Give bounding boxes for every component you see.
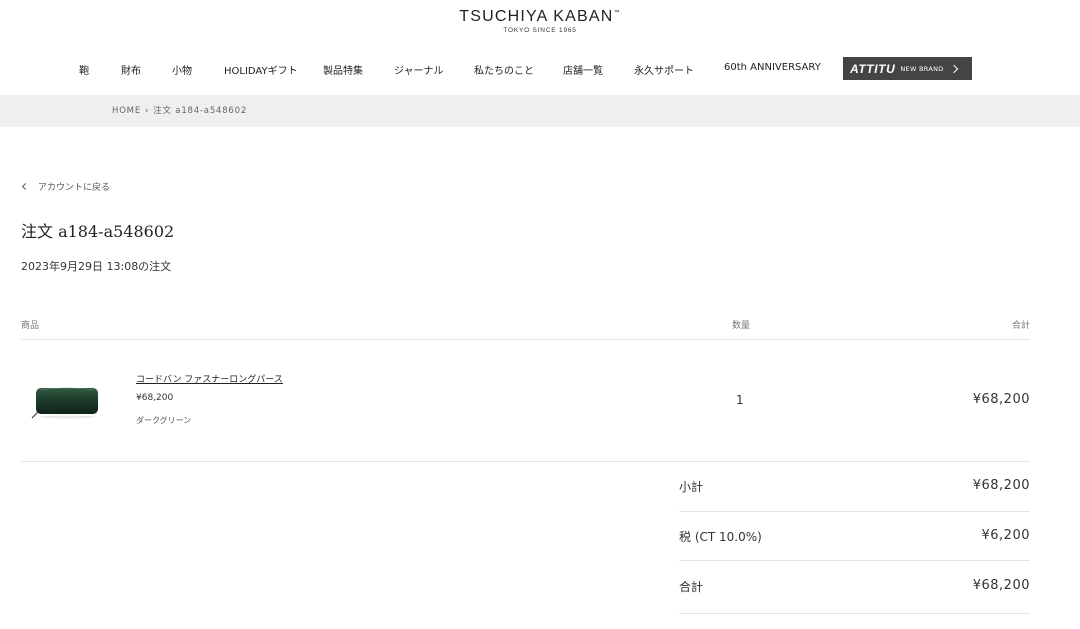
page-title: 注文 a184-a548602 <box>21 222 175 241</box>
column-header-product: 商品 <box>21 321 40 331</box>
product-quantity: 1 <box>736 393 744 407</box>
row-divider <box>21 461 1030 462</box>
table-header-divider <box>21 339 1030 340</box>
nav-item-wallets[interactable]: 財布 <box>121 62 141 77</box>
brand-name: ATTITU <box>850 61 896 76</box>
order-date: 2023年9月29日 13:08の注文 <box>21 260 172 273</box>
breadcrumb-bar: HOME › 注文 a184-a548602 <box>0 95 1080 127</box>
attitu-brand-button[interactable]: ATTITU NEW BRAND <box>843 57 972 80</box>
logo-trademark: ™ <box>613 10 621 16</box>
total-value: ¥68,200 <box>972 578 1030 593</box>
product-name-link[interactable]: コードバン ファスナーロングパース <box>136 372 283 385</box>
back-to-account-link[interactable]: アカウントに戻る <box>21 180 110 193</box>
tax-value: ¥6,200 <box>981 528 1030 543</box>
nav-item-features[interactable]: 製品特集 <box>323 62 363 77</box>
summary-divider <box>679 560 1030 561</box>
product-unit-price: ¥68,200 <box>136 393 174 403</box>
nav-item-stores[interactable]: 店舗一覧 <box>563 62 603 77</box>
nav-item-about-us[interactable]: 私たちのこと <box>474 62 534 77</box>
nav-item-support[interactable]: 永久サポート <box>634 62 694 77</box>
summary-divider <box>679 613 1030 614</box>
brand-subtitle: NEW BRAND <box>900 64 944 73</box>
total-label: 合計 <box>679 580 704 594</box>
logo-tagline: TOKYO SINCE 1965 <box>503 27 577 34</box>
chevron-right-icon <box>949 64 958 73</box>
nav-item-anniversary[interactable]: 60th ANNIVERSARY <box>724 62 821 73</box>
summary-divider <box>679 511 1030 512</box>
tax-label: 税 (CT 10.0%) <box>679 530 762 544</box>
product-line-total: ¥68,200 <box>972 392 1030 407</box>
logo-wordmark: TSUCHIYA KABAN <box>459 8 614 25</box>
nav-item-holiday-gift[interactable]: HOLIDAYギフト <box>224 62 298 77</box>
chevron-left-icon <box>21 182 30 191</box>
breadcrumb-separator: › <box>145 106 150 116</box>
nav-item-bags[interactable]: 鞄 <box>79 62 89 77</box>
back-link-label: アカウントに戻る <box>38 183 111 193</box>
subtotal-value: ¥68,200 <box>972 478 1030 493</box>
nav-item-journal[interactable]: ジャーナル <box>394 62 444 77</box>
product-thumbnail[interactable] <box>30 384 100 420</box>
product-variant: ダークグリーン <box>136 416 192 425</box>
site-logo[interactable]: TSUCHIYA KABAN™ TOKYO SINCE 1965 <box>0 8 1080 34</box>
breadcrumb-home[interactable]: HOME <box>112 106 141 116</box>
breadcrumb-current: 注文 a184-a548602 <box>153 106 248 116</box>
column-header-quantity: 数量 <box>732 321 751 331</box>
breadcrumb: HOME › 注文 a184-a548602 <box>112 104 247 116</box>
column-header-total: 合計 <box>1011 321 1030 331</box>
subtotal-label: 小計 <box>679 480 704 494</box>
nav-item-accessories[interactable]: 小物 <box>172 62 192 77</box>
